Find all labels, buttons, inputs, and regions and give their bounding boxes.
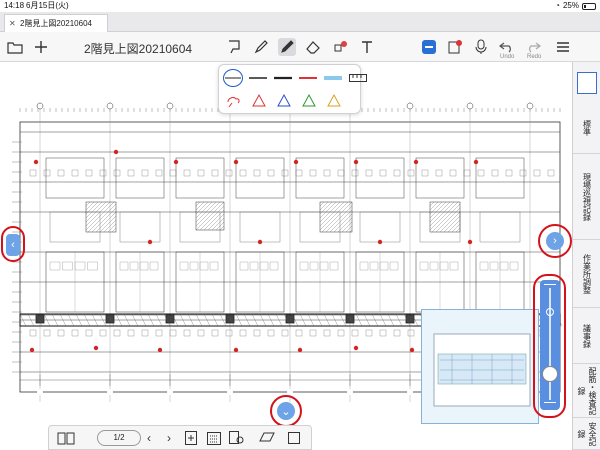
red-line-option[interactable] xyxy=(297,69,318,87)
stamp-icon[interactable] xyxy=(446,38,464,56)
file-tab-bar: ✕ 2階見上図20210604 xyxy=(0,12,600,32)
redo-label: Redo xyxy=(527,54,542,60)
sidebar-tab-label: 標準 xyxy=(582,119,592,136)
page-indicator[interactable]: 1/2 xyxy=(97,430,141,446)
zoom-slider[interactable] xyxy=(540,280,560,410)
sidebar-tab-minutes[interactable]: 議事録 xyxy=(573,308,600,364)
ruler-icon[interactable] xyxy=(347,69,368,87)
highlight-ring-bottom xyxy=(270,395,302,427)
main-toolbar: 2階見上図20210604 Undo Redo xyxy=(0,32,600,62)
zoom-slider-rail xyxy=(549,288,551,400)
pen-icon[interactable] xyxy=(278,38,296,56)
freeform-cloud-icon[interactable] xyxy=(223,91,244,109)
battery-icon xyxy=(582,2,596,10)
status-date: 6月15日(火) xyxy=(26,1,69,10)
yellow-triangle-pen-icon[interactable] xyxy=(323,91,344,109)
sidebar-tab-label: 安全記録 xyxy=(577,421,597,446)
menu-icon[interactable] xyxy=(554,38,572,56)
battery-percent: 25% xyxy=(562,1,579,10)
status-time: 14:18 xyxy=(4,1,25,10)
sidebar-tab-site-inspection[interactable]: 現場巡視記録 xyxy=(573,154,600,240)
marker-icon[interactable] xyxy=(252,38,270,56)
pen-palette xyxy=(218,64,367,114)
sidebar-tab-rebar-inspection[interactable]: 配筋・検査記録 xyxy=(573,364,600,418)
zoom-min-tick xyxy=(544,402,556,403)
sidebar-tab-label: 現場巡視記録 xyxy=(582,172,592,221)
book-icon[interactable] xyxy=(57,431,75,448)
thick-line-option[interactable] xyxy=(272,69,293,87)
medium-line-option[interactable] xyxy=(247,69,268,87)
measure-tool-icon[interactable] xyxy=(259,431,275,446)
thin-line-option[interactable] xyxy=(223,69,243,87)
folder-icon[interactable] xyxy=(6,38,24,56)
text-tool-icon[interactable] xyxy=(358,38,376,56)
wifi-icon: ◔ xyxy=(555,1,560,10)
app-logo-icon[interactable] xyxy=(420,38,438,56)
sidebar-tab-label: 議事録 xyxy=(582,323,592,348)
highlight-ring-left xyxy=(1,226,25,262)
overview-minimap[interactable] xyxy=(421,309,539,424)
next-page-icon[interactable]: › xyxy=(167,431,171,445)
sidebar-tab-label: 作業所調整 xyxy=(582,253,592,294)
status-bar: 14:18 6月15日(火) ◔ 25% xyxy=(0,0,600,12)
zoom-preset-marker[interactable] xyxy=(546,308,554,316)
add-page-icon[interactable] xyxy=(185,431,197,448)
light-blue-line-option[interactable] xyxy=(322,69,343,87)
crop-icon[interactable] xyxy=(287,431,301,448)
calendar-icon[interactable] xyxy=(207,431,221,448)
green-triangle-pen-icon[interactable] xyxy=(298,91,319,109)
sidebar-tab-label: 配筋・検査記録 xyxy=(577,366,597,415)
shape-style-row xyxy=(223,91,344,109)
microphone-icon[interactable] xyxy=(472,38,490,56)
zoom-max-tick xyxy=(544,284,556,285)
red-triangle-pen-icon[interactable] xyxy=(248,91,269,109)
blue-triangle-pen-icon[interactable] xyxy=(273,91,294,109)
lasso-select-icon[interactable] xyxy=(226,38,244,56)
line-style-row xyxy=(223,69,368,87)
sidebar-tab-work-coordination[interactable]: 作業所調整 xyxy=(573,240,600,308)
bottom-toolbar: 1/2 ‹ › xyxy=(48,425,312,450)
document-title: 2階見上図20210604 xyxy=(84,42,193,56)
shape-tool-icon[interactable] xyxy=(332,38,350,56)
undo-label: Undo xyxy=(500,54,515,60)
prev-page-icon[interactable]: ‹ xyxy=(147,431,151,445)
status-right: ◔ 25% xyxy=(555,0,596,12)
highlight-ring-right xyxy=(538,224,572,258)
file-tab[interactable]: ✕ 2階見上図20210604 xyxy=(4,14,108,32)
file-tab-label: 2階見上図20210604 xyxy=(19,19,92,28)
eraser-icon[interactable] xyxy=(304,38,322,56)
sidebar-tab-standard[interactable]: 標準 xyxy=(573,102,600,154)
close-tab-icon[interactable]: ✕ xyxy=(9,19,16,28)
zoom-slider-knob[interactable] xyxy=(542,366,558,382)
sidebar-tab-safety[interactable]: 安全記録 xyxy=(573,418,600,450)
app-window: 14:18 6月15日(火) ◔ 25% ✕ 2階見上図20210604 2階見… xyxy=(0,0,600,450)
page-search-icon[interactable] xyxy=(229,431,245,448)
sidebar-thumbnail-icon[interactable] xyxy=(577,72,597,94)
add-icon[interactable] xyxy=(32,38,50,56)
minimap-preview xyxy=(433,333,531,407)
right-sidebar: 標準 現場巡視記録 作業所調整 議事録 配筋・検査記録 安全記録 xyxy=(572,62,600,450)
